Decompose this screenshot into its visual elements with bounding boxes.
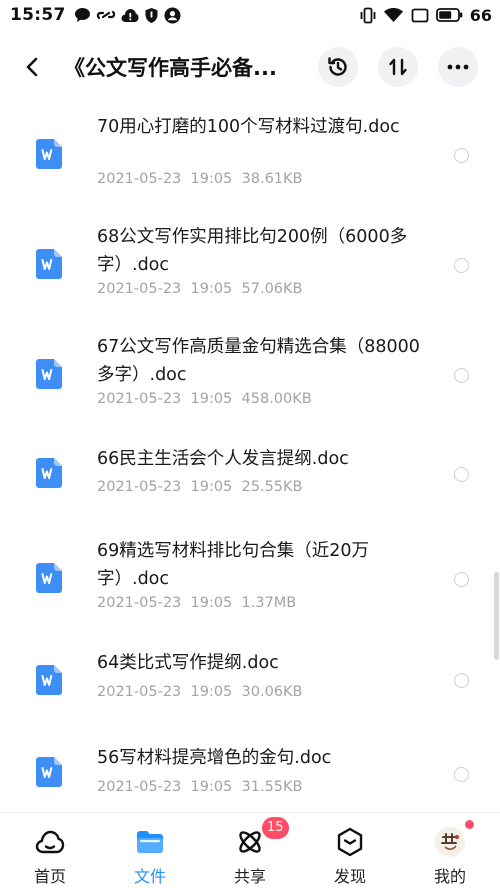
file-size: 30.06KB <box>241 684 303 700</box>
file-row[interactable]: 70用心打磨的100个写材料过渡句.doc 2021-05-23 19:05 3… <box>0 100 500 210</box>
file-list[interactable]: 70用心打磨的100个写材料过渡句.doc 2021-05-23 19:05 3… <box>0 100 500 812</box>
cast-icon <box>411 8 429 22</box>
file-name: 69精选写材料排比句合集（近20万字）.doc <box>97 541 370 589</box>
file-meta: 2021-05-23 19:05 31.55KB <box>97 779 302 795</box>
file-time: 19:05 <box>190 595 233 611</box>
more-icon <box>447 64 469 70</box>
history-button[interactable] <box>318 47 358 87</box>
battery-level: 66 <box>469 5 492 25</box>
tab-discover-label: 发现 <box>333 867 366 886</box>
file-name: 64类比式写作提纲.doc <box>97 653 279 673</box>
word-doc-icon <box>36 757 62 787</box>
bottom-tab-bar: 首页 文件 共享 发现 我的 <box>0 812 500 888</box>
file-name: 67公文写作高质量金句精选合集（88000多字）.doc <box>97 337 420 385</box>
word-doc-icon <box>36 563 62 593</box>
tab-me[interactable]: 我的 <box>400 813 500 888</box>
file-size: 25.55KB <box>241 479 303 495</box>
more-button[interactable] <box>438 47 478 87</box>
word-doc-icon <box>36 139 62 169</box>
back-arrow-icon <box>26 57 38 77</box>
history-icon <box>328 57 347 76</box>
file-name: 68公文写作实用排比句200例（6000多字）.doc <box>97 227 408 275</box>
file-meta: 2021-05-23 19:05 458.00KB <box>97 391 312 407</box>
file-date: 2021-05-23 <box>97 281 182 297</box>
file-date: 2021-05-23 <box>97 171 182 187</box>
vibrate-icon <box>360 7 376 23</box>
status-bar: 15:57 66 <box>0 0 500 30</box>
file-meta: 2021-05-23 19:05 25.55KB <box>97 479 302 495</box>
file-row[interactable]: 56写材料提亮增色的金句.doc 2021-05-23 19:05 31.55K… <box>0 724 500 812</box>
cloud-home-icon <box>35 830 65 854</box>
scrollbar[interactable] <box>494 572 499 660</box>
file-meta: 2021-05-23 19:05 57.06KB <box>97 281 302 297</box>
cloud-alert-icon <box>121 8 139 22</box>
word-doc-icon <box>36 359 62 389</box>
chat-bubble-icon <box>74 8 90 22</box>
tab-home-label: 首页 <box>33 867 66 886</box>
word-doc-icon <box>36 458 62 488</box>
word-doc-icon <box>36 665 62 695</box>
select-radio[interactable] <box>454 467 469 482</box>
tab-files[interactable]: 文件 <box>100 813 200 888</box>
share-badge: 15 <box>262 817 289 839</box>
tab-files-label: 文件 <box>133 867 166 886</box>
file-size: 57.06KB <box>241 281 303 297</box>
select-radio[interactable] <box>454 767 469 782</box>
discover-cube-icon <box>337 827 363 857</box>
sort-icon <box>389 58 407 76</box>
file-name: 66民主生活会个人发言提纲.doc <box>97 449 349 469</box>
file-row[interactable]: 67公文写作高质量金句精选合集（88000多字）.doc 2021-05-23 … <box>0 320 500 430</box>
file-date: 2021-05-23 <box>97 391 182 407</box>
notification-dot <box>465 820 474 829</box>
file-time: 19:05 <box>190 479 233 495</box>
file-row[interactable]: 68公文写作实用排比句200例（6000多字）.doc 2021-05-23 1… <box>0 210 500 320</box>
sort-button[interactable] <box>378 47 418 87</box>
select-radio[interactable] <box>454 148 469 163</box>
select-radio[interactable] <box>454 368 469 383</box>
file-date: 2021-05-23 <box>97 595 182 611</box>
file-name: 56写材料提亮增色的金句.doc <box>97 748 332 768</box>
file-date: 2021-05-23 <box>97 479 182 495</box>
file-row[interactable]: 69精选写材料排比句合集（近20万字）.doc 2021-05-23 19:05… <box>0 518 500 628</box>
word-doc-icon <box>36 249 62 279</box>
file-time: 19:05 <box>190 171 233 187</box>
tab-home[interactable]: 首页 <box>0 813 100 888</box>
select-radio[interactable] <box>454 258 469 273</box>
file-size: 31.55KB <box>241 779 303 795</box>
file-size: 38.61KB <box>241 171 303 187</box>
back-button[interactable] <box>12 47 52 87</box>
file-time: 19:05 <box>190 391 233 407</box>
account-icon <box>164 7 181 23</box>
tab-share-label: 共享 <box>233 867 266 886</box>
file-time: 19:05 <box>190 684 233 700</box>
share-atom-icon <box>239 831 261 853</box>
file-size: 458.00KB <box>241 391 312 407</box>
shield-icon <box>145 7 158 23</box>
file-name: 70用心打磨的100个写材料过渡句.doc <box>97 117 400 137</box>
file-time: 19:05 <box>190 281 233 297</box>
link-icon <box>96 10 115 20</box>
avatar-icon <box>435 827 465 857</box>
status-time: 15:57 <box>10 5 66 25</box>
file-date: 2021-05-23 <box>97 779 182 795</box>
header: 《公文写作高手必备... <box>0 38 500 96</box>
folder-icon <box>137 831 163 853</box>
select-radio[interactable] <box>454 673 469 688</box>
file-date: 2021-05-23 <box>97 684 182 700</box>
file-size: 1.37MB <box>241 595 297 611</box>
file-meta: 2021-05-23 19:05 30.06KB <box>97 684 302 700</box>
file-meta: 2021-05-23 19:05 1.37MB <box>97 595 296 611</box>
tab-discover[interactable]: 发现 <box>300 813 400 888</box>
battery-icon <box>435 8 463 22</box>
file-meta: 2021-05-23 19:05 38.61KB <box>97 171 302 187</box>
page-title: 《公文写作高手必备... <box>64 56 277 80</box>
wifi-icon <box>383 8 403 22</box>
file-time: 19:05 <box>190 779 233 795</box>
tab-me-label: 我的 <box>433 867 466 886</box>
select-radio[interactable] <box>454 572 469 587</box>
